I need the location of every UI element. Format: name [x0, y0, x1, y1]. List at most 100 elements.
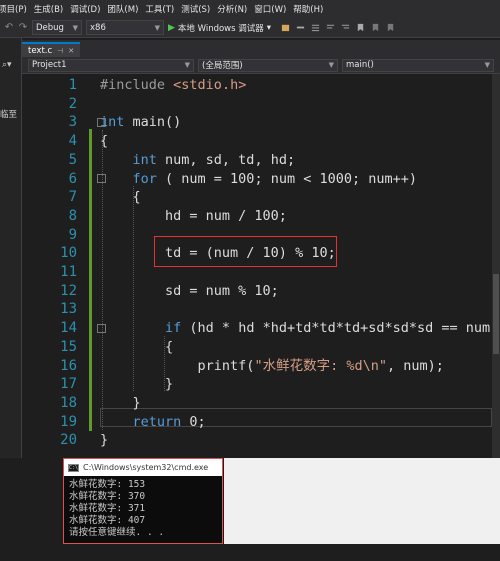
menu-item[interactable]: 生成(B)	[34, 3, 70, 15]
line-number: 17	[60, 376, 77, 393]
chevron-down-icon: ▼	[184, 61, 190, 69]
code-text: int main()	[100, 114, 182, 131]
uncomment-icon[interactable]	[341, 23, 350, 32]
redo-icon[interactable]: ↷	[18, 22, 28, 33]
code-line: 1 #include <stdio.h>	[22, 76, 492, 95]
code-text: }	[100, 432, 109, 449]
line-number: 10	[60, 245, 77, 262]
line-number: 8	[68, 207, 77, 224]
line-number: 14	[60, 320, 77, 337]
code-line: 8 hd = num / 100;	[22, 207, 492, 226]
code-line: 19 return 0;	[22, 413, 492, 432]
line-number: 12	[60, 282, 77, 299]
code-line: 7 {	[22, 188, 492, 207]
run-dropdown-icon[interactable]: ▾	[267, 23, 271, 33]
code-text: #include <stdio.h>	[100, 77, 247, 93]
flame-icon[interactable]	[281, 23, 290, 32]
code-text: int num, sd, td, hd;	[132, 151, 296, 168]
next-bookmark-icon[interactable]	[386, 23, 395, 32]
line-number: 15	[60, 338, 77, 355]
code-line: 17 }	[22, 375, 492, 394]
code-line: 18 }	[22, 394, 492, 413]
menu-item[interactable]: 项目(P)	[0, 3, 34, 15]
code-line: 20}	[22, 431, 492, 450]
vertical-scrollbar[interactable]	[492, 74, 500, 458]
line-number: 3	[68, 114, 77, 131]
list-icon[interactable]	[311, 23, 320, 32]
menu-item[interactable]: 窗口(W)	[254, 3, 293, 15]
line-number: 6	[68, 170, 77, 187]
code-text: printf("水鲜花数字: %d\n", num);	[100, 357, 444, 374]
code-line: 16 printf("水鲜花数字: %d\n", num);	[22, 357, 492, 376]
function-select[interactable]: main() ▼	[342, 58, 494, 72]
menu-bar: 项目(P) 生成(B) 调试(D) 团队(M) 工具(T) 测试(S) 分析(N) 窗口(W)…	[0, 0, 500, 18]
menu-item[interactable]: 调试(D)	[70, 3, 107, 15]
left-panel: ⌕▾ 临至	[0, 38, 22, 458]
code-text: sd = num % 10;	[100, 282, 279, 299]
search-icon[interactable]: ⌕▾	[2, 60, 12, 70]
scope-select[interactable]: (全局范围) ▼	[198, 58, 338, 72]
code-text: {	[100, 189, 141, 206]
code-line: 2	[22, 95, 492, 114]
project-select[interactable]: Project1 ▼	[28, 58, 194, 72]
scrollbar-thumb[interactable]	[493, 274, 499, 354]
chevron-down-icon: ▼	[72, 23, 78, 32]
code-line: 11	[22, 263, 492, 282]
bookmark-icon[interactable]	[356, 23, 365, 32]
menu-item[interactable]: 测试(S)	[181, 3, 217, 15]
code-line: 6 for ( num = 100; num < 1000; num++)	[22, 170, 492, 189]
line-number: 9	[68, 226, 77, 243]
line-number: 2	[68, 95, 77, 112]
step-icon[interactable]	[296, 23, 305, 32]
platform-select[interactable]: x86 ▼	[86, 20, 164, 35]
console-output-line: 请按任意键继续. . .	[69, 527, 165, 538]
code-text: }	[100, 394, 141, 411]
console-window: C:\ C:\Windows\system32\cmd.exe 水鲜花数字: 1…	[63, 458, 223, 544]
chevron-down-icon: ▼	[484, 61, 490, 69]
code-line: 12 sd = num % 10;	[22, 282, 492, 301]
code-line: 13	[22, 300, 492, 319]
line-number: 19	[60, 413, 77, 430]
code-text: if (hd * hd *hd+td*td*td+sd*sd*sd == num…	[165, 320, 492, 337]
menu-item[interactable]: 工具(T)	[145, 3, 181, 15]
code-line: 14 if (hd * hd *hd+td*td*td+sd*sd*sd == …	[22, 319, 492, 338]
menu-item[interactable]: 帮助(H)	[293, 3, 330, 15]
line-number: 11	[60, 264, 77, 280]
code-line: 3 int main()	[22, 113, 492, 132]
undo-icon[interactable]: ↶	[4, 22, 14, 33]
config-select[interactable]: Debug ▼	[32, 20, 82, 35]
navigation-bar: Project1 ▼ (全局范围) ▼ main() ▼	[22, 57, 500, 74]
pin-icon[interactable]: ⊣	[57, 47, 63, 55]
code-line: 4{	[22, 132, 492, 151]
code-text: hd = num / 100;	[100, 207, 287, 224]
menu-item[interactable]: 分析(N)	[217, 3, 254, 15]
bottom-strip	[0, 544, 500, 561]
console-title-bar[interactable]: C:\ C:\Windows\system32\cmd.exe	[64, 459, 222, 476]
code-text: }	[100, 376, 174, 393]
console-title: C:\Windows\system32\cmd.exe	[83, 463, 209, 472]
config-value: Debug	[36, 22, 64, 33]
menu-item[interactable]: 团队(M)	[107, 3, 145, 15]
toolbar: ↶ ↷ Debug ▼ x86 ▼ ▶ 本地 Windows 调试器 ▾	[0, 18, 500, 38]
code-line: 15 {	[22, 338, 492, 357]
code-line: 10 td = (num / 10) % 10;	[22, 244, 492, 263]
left-panel-label: 临至	[0, 110, 18, 120]
code-line: 9	[22, 226, 492, 245]
code-text: {	[100, 338, 174, 355]
chevron-down-icon: ▼	[328, 61, 334, 69]
line-number: 16	[60, 357, 77, 374]
code-editor[interactable]: 1 #include <stdio.h> 2 3 int main() 4{5 int n…	[22, 74, 492, 458]
tab-text-c[interactable]: text.c ⊣ ✕	[22, 42, 81, 57]
prev-bookmark-icon[interactable]	[371, 23, 380, 32]
code-text: for ( num = 100; num < 1000; num++)	[132, 170, 417, 187]
console-output-line: 水鲜花数字: 153	[69, 479, 146, 490]
cmd-icon: C:\	[68, 463, 79, 472]
comment-icon[interactable]	[326, 23, 335, 32]
line-number: 5	[68, 151, 77, 168]
close-icon[interactable]: ✕	[68, 47, 74, 55]
run-debugger-button[interactable]: ▶ 本地 Windows 调试器 ▾	[168, 22, 271, 34]
document-tabs: text.c ⊣ ✕	[22, 40, 500, 57]
tab-label: text.c	[28, 45, 53, 56]
code-text: {	[100, 133, 109, 150]
background-strip	[224, 458, 500, 544]
